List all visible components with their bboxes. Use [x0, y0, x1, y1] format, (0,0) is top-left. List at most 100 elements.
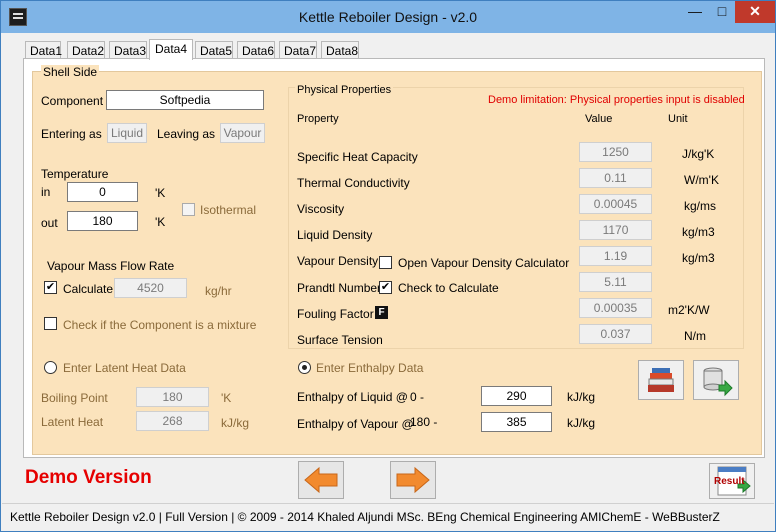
prop-name: Surface Tension: [297, 333, 383, 347]
latent-heat-radio-label: Enter Latent Heat Data: [63, 361, 186, 375]
books-icon: [648, 368, 674, 392]
mixture-label: Check if the Component is a mixture: [63, 318, 257, 332]
vapour-density-calc-label: Open Vapour Density Calculator: [398, 256, 570, 270]
check-to-calculate-label: Check to Calculate: [398, 281, 499, 295]
enthalpy-vapour-input[interactable]: 385: [481, 412, 552, 432]
prop-value[interactable]: 0.037: [579, 324, 652, 344]
boiling-point-input[interactable]: 180: [136, 387, 209, 407]
prop-value[interactable]: 1170: [579, 220, 652, 240]
app-window: Kettle Reboiler Design - v2.0 — □ ✕ Data…: [0, 0, 776, 532]
temp-in-input[interactable]: 0: [67, 182, 138, 202]
tab-data5[interactable]: Data5: [195, 41, 233, 59]
prop-unit: kg/m3: [682, 225, 715, 239]
enthalpy-vapour-unit: kJ/kg: [567, 416, 596, 430]
prop-name: Liquid Density: [297, 228, 373, 242]
fouling-factor-button[interactable]: F: [375, 306, 388, 319]
tab-data2[interactable]: Data2: [67, 41, 105, 59]
tab-data7[interactable]: Data7: [279, 41, 317, 59]
prop-name: Viscosity: [297, 202, 345, 216]
enthalpy-radio-label: Enter Enthalpy Data: [316, 361, 424, 375]
prop-unit: W/m'K: [684, 173, 719, 187]
close-button[interactable]: ✕: [735, 1, 775, 23]
prop-name: Prandtl Number: [297, 281, 382, 295]
window-title: Kettle Reboiler Design - v2.0: [298, 9, 478, 25]
next-button[interactable]: [390, 461, 436, 499]
isothermal-checkbox[interactable]: [182, 203, 195, 216]
temperature-label: Temperature: [41, 167, 109, 181]
shell-side-legend: Shell Side: [41, 65, 100, 79]
calculate-label: Calculate: [63, 282, 114, 296]
prop-name: Vapour Density: [297, 254, 379, 268]
prop-value[interactable]: 0.11: [579, 168, 652, 188]
col-value-header: Value: [585, 113, 613, 125]
database-export-icon: [703, 367, 733, 397]
tab-data1[interactable]: Data1: [25, 41, 62, 59]
prop-unit: J/kg'K: [682, 147, 715, 161]
col-property-header: Property: [297, 113, 339, 125]
arrow-right-icon: [396, 466, 430, 494]
col-unit-header: Unit: [668, 113, 688, 125]
leaving-phase-button[interactable]: Vapour: [220, 123, 265, 143]
enthalpy-liquid-input[interactable]: 290: [481, 386, 552, 406]
prop-unit: N/m: [684, 329, 706, 343]
tab-data6[interactable]: Data6: [237, 41, 275, 59]
result-button[interactable]: Result: [709, 463, 755, 499]
demo-limitation-note: Demo limitation: Physical properties inp…: [488, 94, 745, 106]
latent-heat-input[interactable]: 268: [136, 411, 209, 431]
tab-data4[interactable]: Data4: [149, 39, 193, 60]
prop-unit: m2'K/W: [668, 303, 710, 317]
component-label: Component: [41, 94, 104, 108]
calculate-checkbox[interactable]: ✔: [44, 281, 57, 294]
database-export-button[interactable]: [693, 360, 739, 400]
entering-label: Entering as: [41, 127, 102, 141]
physical-properties-legend: Physical Properties: [295, 84, 394, 96]
prop-name: Thermal Conductivity: [297, 176, 410, 190]
demo-version-label: Demo Version: [25, 467, 152, 488]
boiling-point-label: Boiling Point: [41, 391, 108, 405]
leaving-label: Leaving as: [157, 127, 216, 141]
mixture-checkbox[interactable]: [44, 317, 57, 330]
flow-rate-unit: kg/hr: [205, 284, 232, 298]
temp-out-label: out: [41, 216, 58, 230]
prop-name: Fouling Factor: [297, 307, 374, 321]
status-bar: Kettle Reboiler Design v2.0 | Full Versi…: [2, 503, 774, 530]
prop-value[interactable]: 0.00035: [579, 298, 652, 318]
back-button[interactable]: [298, 461, 344, 499]
tab-data3[interactable]: Data3: [109, 41, 147, 59]
title-bar[interactable]: Kettle Reboiler Design - v2.0 — □ ✕: [1, 1, 775, 33]
arrow-left-icon: [304, 466, 338, 494]
temp-out-unit: 'K: [155, 215, 166, 229]
prop-name: Specific Heat Capacity: [297, 150, 418, 164]
temp-in-label: in: [41, 185, 51, 199]
minimize-button[interactable]: —: [681, 1, 709, 23]
enthalpy-radio[interactable]: [298, 361, 311, 374]
temp-out-input[interactable]: 180: [67, 211, 138, 231]
tab-data8[interactable]: Data8: [321, 41, 359, 59]
library-button[interactable]: [638, 360, 684, 400]
vapour-density-calc-checkbox[interactable]: [379, 256, 392, 269]
prop-unit: kg/ms: [684, 199, 717, 213]
component-input[interactable]: Softpedia: [106, 90, 264, 110]
flow-rate-input[interactable]: 4520: [114, 278, 187, 298]
latent-heat-radio[interactable]: [44, 361, 57, 374]
prop-unit: kg/m3: [682, 251, 715, 265]
temp-in-unit: 'K: [155, 186, 166, 200]
enthalpy-vapour-label: Enthalpy of Vapour @: [297, 417, 414, 431]
enthalpy-vapour-range: 180 -: [410, 415, 438, 429]
prop-value[interactable]: 5.11: [579, 272, 652, 292]
enthalpy-liquid-range: 0 -: [410, 390, 425, 404]
vapour-flow-label: Vapour Mass Flow Rate: [47, 259, 175, 273]
enthalpy-liquid-label: Enthalpy of Liquid @: [297, 390, 408, 404]
latent-heat-unit: kJ/kg: [221, 416, 250, 430]
boiling-point-unit: 'K: [221, 391, 232, 405]
maximize-button[interactable]: □: [709, 1, 735, 23]
check-to-calculate-checkbox[interactable]: ✔: [379, 281, 392, 294]
result-label: Result: [714, 476, 745, 487]
prop-value[interactable]: 0.00045: [579, 194, 652, 214]
prop-value[interactable]: 1.19: [579, 246, 652, 266]
prop-value[interactable]: 1250: [579, 142, 652, 162]
latent-heat-label: Latent Heat: [41, 415, 104, 429]
entering-phase-button[interactable]: Liquid: [107, 123, 147, 143]
isothermal-label: Isothermal: [200, 203, 257, 217]
enthalpy-liquid-unit: kJ/kg: [567, 390, 596, 404]
